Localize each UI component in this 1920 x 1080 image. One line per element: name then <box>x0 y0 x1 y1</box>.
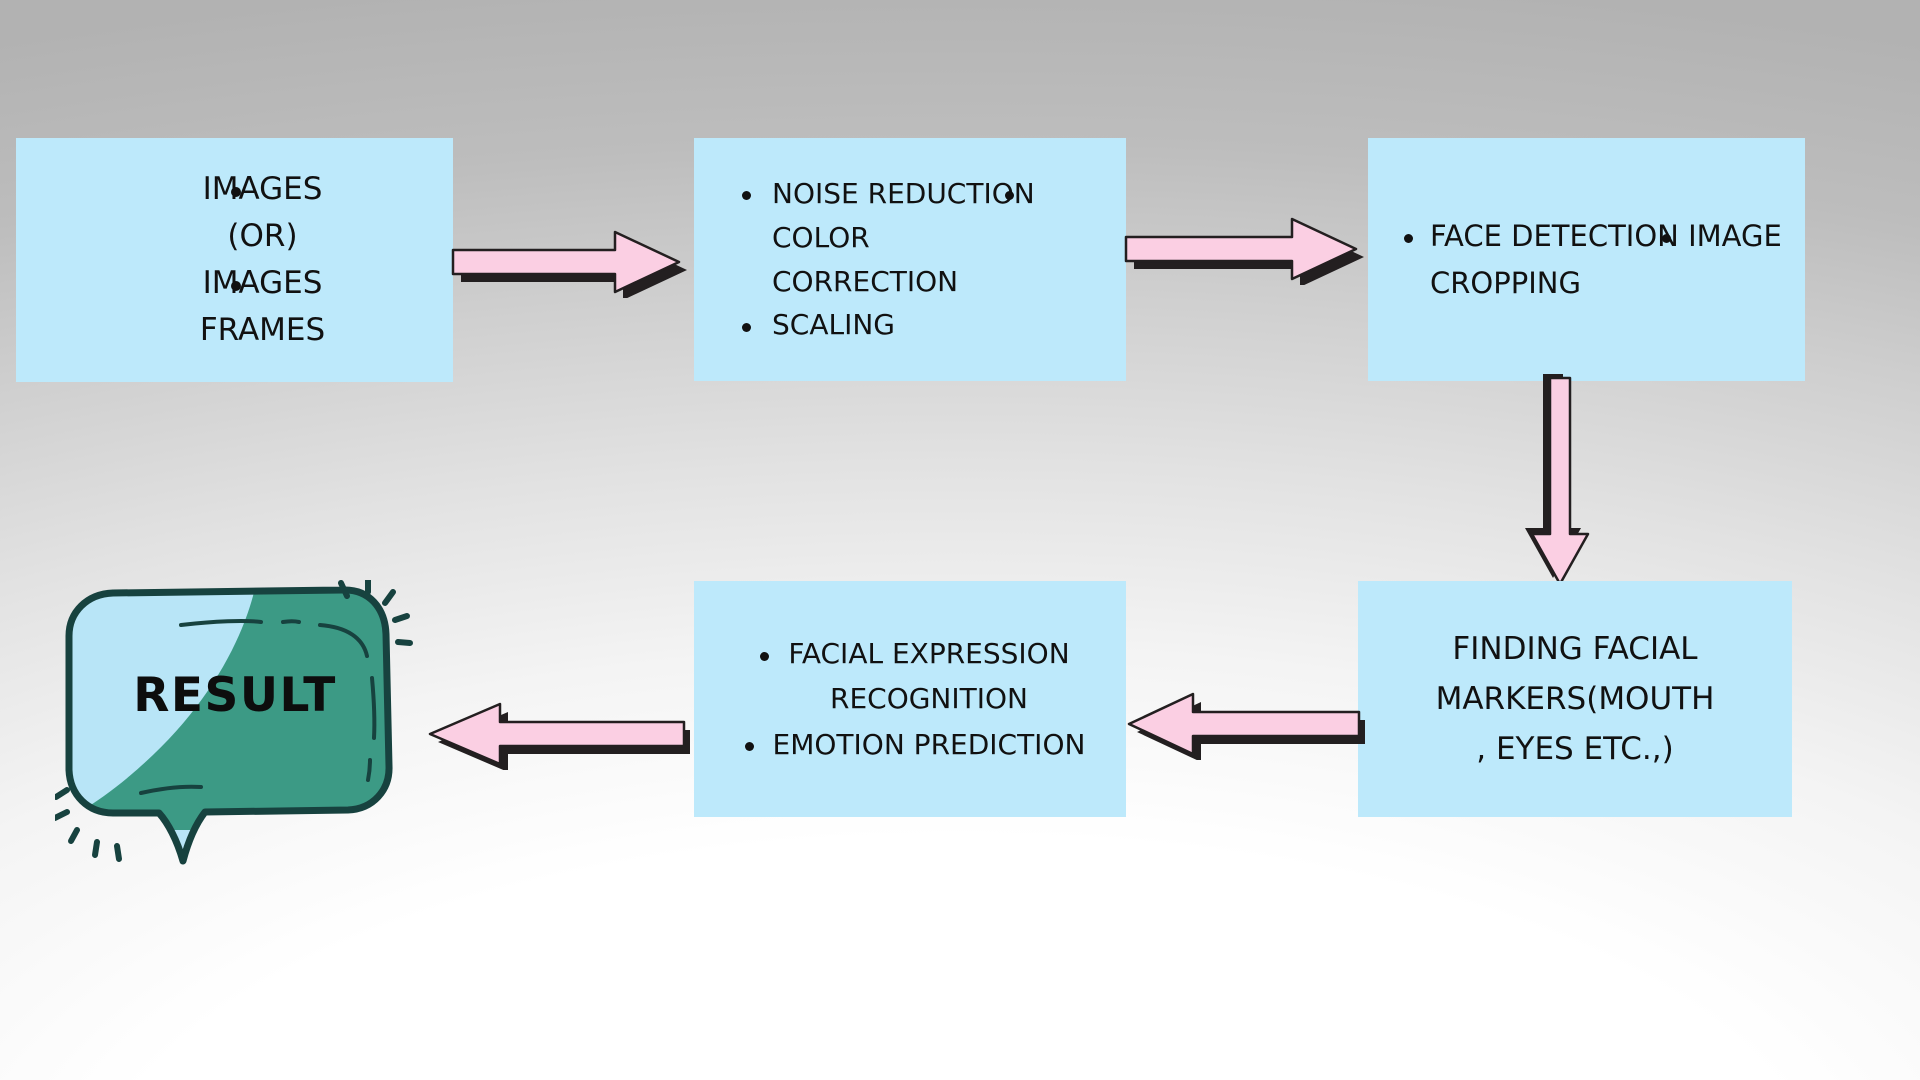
arrow-recognize-to-result <box>420 700 692 772</box>
bullet-row: SCALING <box>742 308 895 342</box>
node-landmarks-line-3: , EYES ETC.,) <box>1476 731 1674 768</box>
node-recognize-line-3: EMOTION PREDICTION <box>772 727 1086 761</box>
bullet-row: COLOR <box>772 191 1014 254</box>
bubble-inner-stroke <box>370 676 377 740</box>
node-input-line-2: (OR) <box>227 217 298 254</box>
result-speech-bubble[interactable] <box>52 577 415 865</box>
bullet-dot-icon <box>744 742 754 752</box>
arrow-landmarks-to-recognize <box>1120 690 1367 762</box>
node-preprocess-text: NOISE REDUCTION COLOR CORRECTION SCALING <box>742 172 1114 348</box>
node-recognize-text: FACIAL EXPRESSION RECOGNITION EMOTION PR… <box>742 631 1116 767</box>
node-detect-text: FACE DETECTION IMAGE CROPPING <box>1404 213 1805 307</box>
arrow-preprocess-to-detect <box>1120 215 1365 287</box>
bullet-row: EMOTION PREDICTION <box>744 727 1086 761</box>
bullet-dot-icon <box>230 281 241 292</box>
node-input[interactable]: IMAGES (OR) IMAGES FRAMES <box>16 138 453 382</box>
node-recognize-line-2: RECOGNITION <box>830 682 1028 716</box>
node-landmarks[interactable]: FINDING FACIAL MARKERS(MOUTH , EYES ETC.… <box>1358 581 1792 817</box>
node-preprocess[interactable]: NOISE REDUCTION COLOR CORRECTION SCALING <box>694 138 1126 381</box>
flowchart-canvas: IMAGES (OR) IMAGES FRAMES NOISE REDUCTIO… <box>0 0 1920 1080</box>
bullet-row: IMAGES <box>203 265 323 301</box>
bubble-inner-stroke <box>281 619 301 624</box>
node-input-line-4: FRAMES <box>199 312 326 349</box>
node-landmarks-text: FINDING FACIAL MARKERS(MOUTH , EYES ETC.… <box>1376 624 1774 775</box>
node-preprocess-line-4: SCALING <box>772 308 895 342</box>
bullet-dot-icon <box>1404 233 1413 243</box>
bullet-row: IMAGES <box>203 171 323 207</box>
arrow-detect-to-landmarks <box>1520 372 1600 589</box>
bullet-dot-icon <box>1004 191 1014 201</box>
bullet-dot-icon <box>760 651 770 661</box>
node-recognize[interactable]: FACIAL EXPRESSION RECOGNITION EMOTION PR… <box>694 581 1126 817</box>
bullet-dot-icon <box>1662 233 1672 243</box>
node-preprocess-line-2: COLOR <box>772 220 870 254</box>
bullet-dot-icon <box>742 191 751 201</box>
bubble-inner-stroke <box>366 758 372 782</box>
bullet-dot-icon <box>742 323 751 332</box>
node-landmarks-line-1: FINDING FACIAL <box>1452 630 1698 667</box>
arrow-input-to-preprocess <box>447 228 687 300</box>
bullet-row: FACIAL EXPRESSION <box>760 636 1070 670</box>
bullet-dot-icon <box>230 186 241 197</box>
bullet-row: NOISE REDUCTION <box>742 176 1035 210</box>
node-input-text: IMAGES (OR) IMAGES FRAMES <box>16 166 453 354</box>
node-detect-line-1: FACE DETECTION <box>1430 218 1679 253</box>
node-recognize-line-1: FACIAL EXPRESSION <box>788 636 1070 670</box>
node-detect[interactable]: FACE DETECTION IMAGE CROPPING <box>1368 138 1805 381</box>
node-input-line-3: IMAGES <box>202 265 323 301</box>
node-input-line-1: IMAGES <box>202 170 323 207</box>
bullet-row: FACE DETECTION <box>1404 218 1688 253</box>
node-landmarks-line-2: MARKERS(MOUTH <box>1435 680 1715 717</box>
node-preprocess-line-3: CORRECTION <box>772 264 959 298</box>
node-preprocess-line-1: NOISE REDUCTION <box>772 176 1035 210</box>
